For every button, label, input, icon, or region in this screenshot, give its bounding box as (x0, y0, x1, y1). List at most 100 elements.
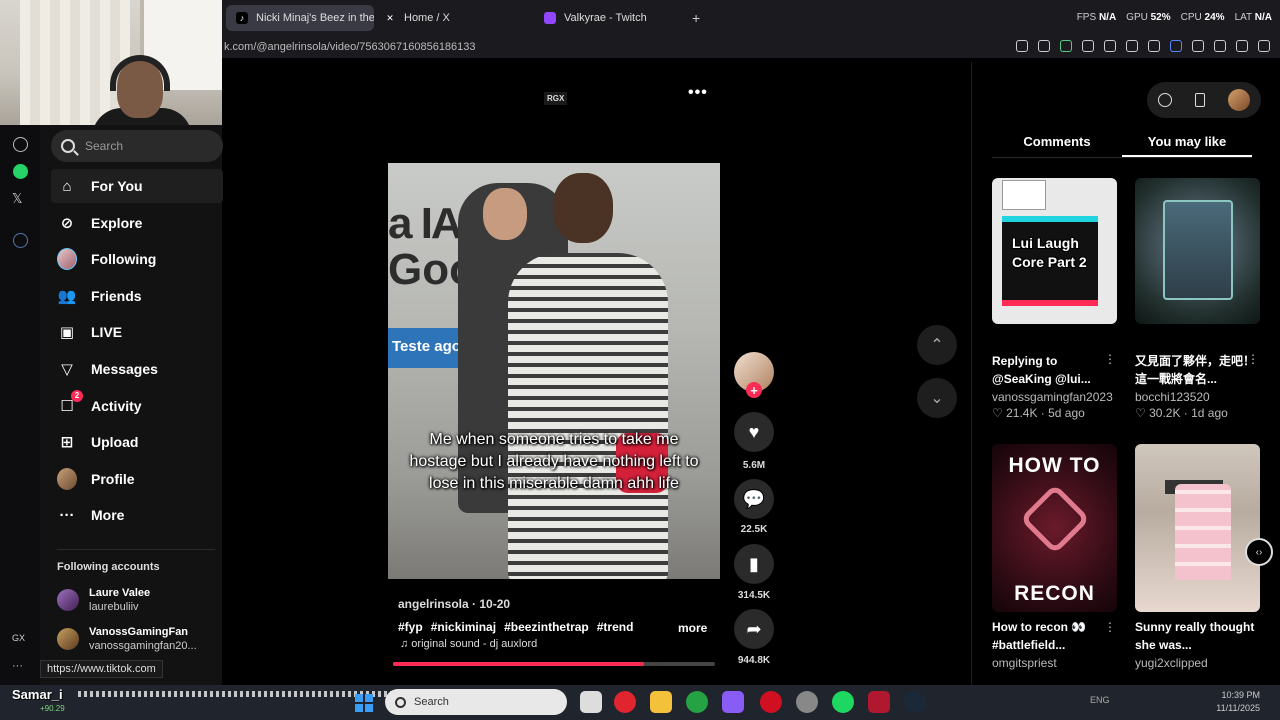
card-title[interactable]: 又見面了夥伴，走吧！這一戰將會名... (1135, 352, 1261, 388)
voicemeeter-icon[interactable] (868, 691, 890, 713)
xbox-icon[interactable] (686, 691, 708, 713)
hashtag-link[interactable]: #beezinthetrap (504, 620, 589, 634)
taskbar-search[interactable]: Search (385, 689, 567, 715)
video-player[interactable]: a IA do Goo Teste agora Me when someone … (388, 163, 720, 579)
video-progress-bar[interactable] (393, 662, 715, 666)
heart-icon[interactable] (1104, 40, 1116, 52)
menu-icon[interactable] (1258, 40, 1270, 52)
grid-icon[interactable] (1148, 40, 1160, 52)
following-account[interactable]: VanossGamingFan vanossgamingfan20... (57, 625, 197, 653)
nav-activity[interactable]: ☐ 2 Activity (51, 389, 223, 423)
nav-upload[interactable]: ⊞ Upload (51, 425, 223, 459)
photos-icon[interactable] (722, 691, 744, 713)
chatgpt-icon[interactable] (13, 137, 28, 152)
tab-label: Nicki Minaj's Beez in the (256, 12, 374, 24)
nav-profile[interactable]: Profile (51, 462, 223, 496)
task-view-icon[interactable] (580, 691, 602, 713)
hashtag-link[interactable]: #fyp (398, 620, 423, 634)
card-author[interactable]: vanossgamingfan2023 (992, 390, 1118, 404)
nav-messages[interactable]: ▽ Messages (51, 352, 223, 386)
status-url-tooltip: https://www.tiktok.com (40, 660, 163, 678)
phone-icon[interactable] (1194, 93, 1205, 107)
recommended-video-card[interactable]: Sunny really thought she was... yugi2xcl… (1135, 444, 1261, 670)
creator-avatar[interactable]: + (734, 352, 774, 398)
video-thumbnail[interactable] (1135, 178, 1260, 324)
card-author[interactable]: omgitspriest (992, 656, 1118, 670)
url-text[interactable]: k.com/@angelrinsola/video/75630671608561… (222, 41, 476, 53)
pin-icon[interactable] (1016, 40, 1028, 52)
following-account[interactable]: Laure Valee laurebuliiv (57, 586, 150, 614)
card-author[interactable]: bocchi123520 (1135, 390, 1261, 404)
whatsapp-icon[interactable] (13, 164, 28, 179)
tab-x[interactable]: ✕ Home / X (374, 5, 534, 31)
tab-comments[interactable]: Comments (992, 130, 1122, 157)
like-count: 5.6M (742, 460, 766, 471)
recommended-video-card[interactable]: 又見面了夥伴，走吧！這一戰將會名... ⋮ bocchi123520 ♡ 30.… (1135, 178, 1261, 420)
video-more-button[interactable]: ••• (688, 84, 708, 102)
download-icon[interactable] (1236, 40, 1248, 52)
search-input[interactable] (85, 139, 205, 153)
system-tray[interactable]: 10:39 PM 11/11/2025 (1216, 689, 1260, 715)
embed-code-icon[interactable]: ‹› (1245, 538, 1273, 566)
hashtag-link[interactable]: #trend (597, 620, 634, 634)
play-icon[interactable] (1082, 40, 1094, 52)
opera-gx-icon[interactable] (614, 691, 636, 713)
card-title[interactable]: Replying to @SeaKing @lui... (992, 352, 1118, 388)
follow-plus-icon[interactable]: + (746, 382, 762, 398)
video-thumbnail[interactable]: HOW TO RECON (992, 444, 1117, 612)
compass-icon[interactable] (1158, 93, 1173, 107)
nav-more[interactable]: ··· More (51, 498, 223, 532)
next-video-button[interactable]: ⌄ (917, 378, 957, 418)
tab-label: Valkyrae - Twitch (564, 12, 647, 24)
audio-icon[interactable] (1170, 40, 1182, 52)
nav-following[interactable]: Following (51, 242, 223, 276)
card-title[interactable]: Sunny really thought she was... (1135, 618, 1261, 654)
card-menu-icon[interactable]: ⋮ (1104, 620, 1116, 634)
nav-explore[interactable]: ⊘ Explore (51, 206, 223, 240)
new-tab-button[interactable]: + (692, 10, 700, 26)
account-icon[interactable] (1214, 40, 1226, 52)
sidebar-divider (57, 549, 215, 550)
obs-icon[interactable] (796, 691, 818, 713)
hashtag-link[interactable]: #nickiminaj (431, 620, 496, 634)
puzzle-icon[interactable] (1192, 40, 1204, 52)
save-button[interactable]: ▮ (734, 544, 774, 584)
spotify-icon[interactable] (832, 691, 854, 713)
video-author[interactable]: angelrinsola · 10-20 (398, 597, 510, 611)
search-bar[interactable] (51, 130, 223, 162)
address-bar[interactable]: k.com/@angelrinsola/video/75630671608561… (222, 36, 1280, 58)
card-menu-icon[interactable]: ⋮ (1104, 352, 1116, 366)
previous-video-button[interactable]: ⌃ (917, 325, 957, 365)
user-avatar[interactable] (1227, 89, 1250, 111)
card-author[interactable]: yugi2xclipped (1135, 656, 1261, 670)
tab-tiktok[interactable]: ♪ Nicki Minaj's Beez in the (226, 5, 374, 31)
recommended-video-card[interactable]: HOW TO RECON How to recon 👀 #battlefield… (992, 444, 1118, 670)
video-sound[interactable]: ♫ original sound - dj auxlord (400, 638, 537, 650)
share-button[interactable]: ➦ (734, 609, 774, 649)
windows-start-icon[interactable] (355, 694, 373, 712)
video-thumbnail[interactable] (1135, 444, 1260, 612)
video-thumbnail[interactable]: Lui Laugh Core Part 2 (992, 178, 1117, 324)
nav-friends[interactable]: 👥 Friends (51, 279, 223, 313)
nav-live[interactable]: ▣ LIVE (51, 315, 223, 349)
sidebar-more-icon[interactable]: ··· (12, 660, 23, 672)
tab-you-may-like[interactable]: You may like (1122, 130, 1252, 157)
history-icon[interactable] (13, 233, 28, 248)
recommended-video-card[interactable]: Lui Laugh Core Part 2 Replying to @SeaKi… (992, 178, 1118, 420)
tray-language[interactable]: ENG (1090, 695, 1110, 705)
comment-button[interactable]: 💬 (734, 479, 774, 519)
nav-for-you[interactable]: ⌂ For You (51, 169, 223, 203)
steam-icon[interactable] (904, 691, 926, 713)
card-menu-icon[interactable]: ⋮ (1247, 352, 1259, 366)
opera-icon[interactable] (760, 691, 782, 713)
wallet-icon[interactable] (1126, 40, 1138, 52)
card-title[interactable]: How to recon 👀 #battlefield... (992, 618, 1118, 654)
like-button[interactable]: ♥ (734, 412, 774, 452)
file-explorer-icon[interactable] (650, 691, 672, 713)
tab-twitch[interactable]: Valkyrae - Twitch (534, 5, 684, 31)
description-more-button[interactable]: more (678, 621, 707, 635)
snapshot-icon[interactable] (1038, 40, 1050, 52)
shield-icon[interactable] (1060, 40, 1072, 52)
x-sidebar-icon[interactable]: 𝕏 (12, 191, 22, 207)
rgx-badge[interactable]: RGX (544, 92, 568, 105)
